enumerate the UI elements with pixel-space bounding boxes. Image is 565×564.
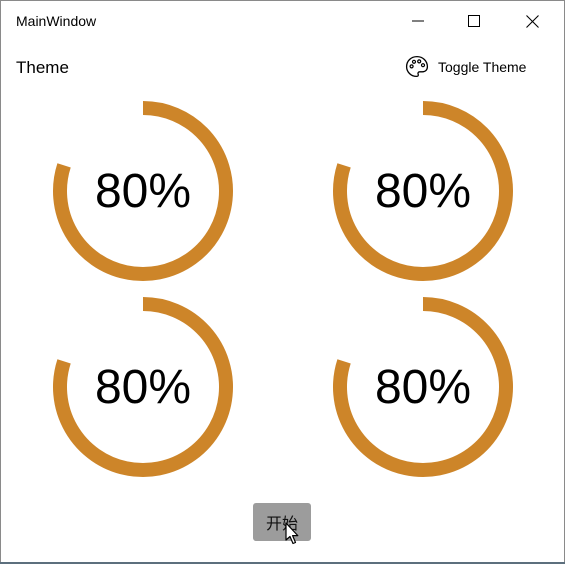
palette-icon xyxy=(405,55,429,78)
minimize-button[interactable] xyxy=(395,1,441,41)
progress-ring-label: 80% xyxy=(374,360,472,414)
toggle-theme-label: Toggle Theme xyxy=(438,59,527,75)
window-title: MainWindow xyxy=(16,13,97,29)
close-icon xyxy=(525,14,539,28)
maximize-icon xyxy=(468,15,480,27)
start-button[interactable]: 开始 xyxy=(253,503,311,541)
progress-ring-label: 80% xyxy=(374,164,472,218)
progress-ring-label: 80% xyxy=(94,360,192,414)
main-window: MainWindow Theme Toggle Theme 80% 80% 80… xyxy=(0,0,565,564)
mouse-cursor-icon xyxy=(285,522,299,545)
close-button[interactable] xyxy=(509,1,555,41)
minimize-icon xyxy=(412,20,424,22)
progress-ring-label: 80% xyxy=(94,164,192,218)
progress-ring: 80% xyxy=(331,99,515,283)
progress-ring: 80% xyxy=(331,295,515,479)
page-title: Theme xyxy=(16,58,69,77)
toggle-theme-button[interactable]: Toggle Theme xyxy=(405,53,526,81)
progress-ring: 80% xyxy=(51,99,235,283)
maximize-button[interactable] xyxy=(451,1,497,41)
progress-ring: 80% xyxy=(51,295,235,479)
title-bar[interactable]: MainWindow xyxy=(1,1,564,41)
